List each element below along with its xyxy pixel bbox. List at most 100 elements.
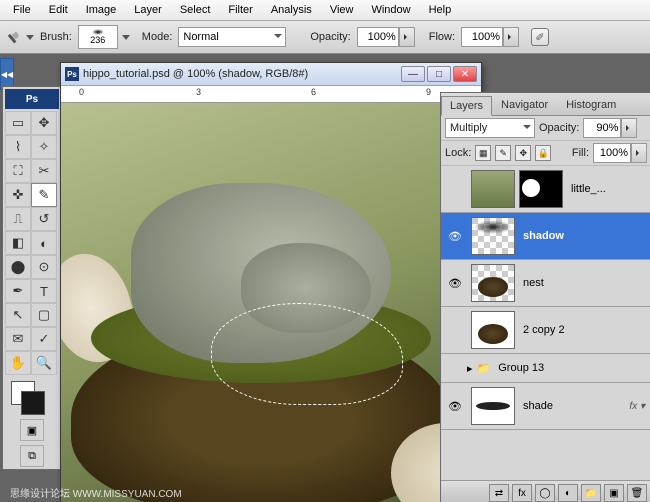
notes-tool-icon[interactable]: ✉ [5, 327, 31, 351]
standard-mode-icon[interactable]: ▣ [20, 419, 44, 441]
blend-mode-row: Multiply Opacity: [441, 116, 650, 141]
layer-name[interactable]: shadow [523, 230, 564, 242]
menu-filter[interactable]: Filter [219, 2, 261, 18]
menu-image[interactable]: Image [77, 2, 126, 18]
brush-preview[interactable]: 236 [78, 25, 118, 49]
zoom-tool-icon[interactable]: 🔍 [31, 351, 57, 375]
visibility-toggle[interactable]: 👁 [448, 229, 462, 243]
shape-tool-icon[interactable]: ▢ [31, 303, 57, 327]
layer-thumbnail[interactable] [471, 387, 515, 425]
menu-help[interactable]: Help [420, 2, 461, 18]
brush-tool-icon[interactable]: ✎ [31, 183, 57, 207]
background-color[interactable] [21, 391, 45, 415]
lasso-tool-icon[interactable]: ⌇ [5, 135, 31, 159]
maximize-button[interactable]: □ [427, 66, 451, 82]
crop-tool-icon[interactable]: ⛶ [5, 159, 31, 183]
gradient-tool-icon[interactable]: ◐ [31, 231, 57, 255]
new-layer-icon[interactable]: ▣ [604, 484, 624, 502]
lock-transparency-icon[interactable]: ▦ [475, 145, 491, 161]
tool-preset-icon[interactable] [3, 26, 26, 49]
visibility-toggle[interactable]: 👁 [448, 276, 462, 290]
layer-name[interactable]: shade [523, 400, 553, 412]
opacity-arrow-icon[interactable] [399, 27, 415, 47]
lock-paint-icon[interactable]: ✎ [495, 145, 511, 161]
layer-thumbnail[interactable] [471, 217, 515, 255]
layer-name[interactable]: nest [523, 277, 544, 289]
lock-position-icon[interactable]: ✥ [515, 145, 531, 161]
flow-arrow-icon[interactable] [503, 27, 519, 47]
tab-histogram[interactable]: Histogram [557, 95, 625, 115]
adjustment-layer-icon[interactable]: ◐ [558, 484, 578, 502]
layer-row[interactable]: little_... [441, 166, 650, 213]
heal-tool-icon[interactable]: ✜ [5, 183, 31, 207]
delete-layer-icon[interactable]: 🗑 [627, 484, 647, 502]
mask-thumbnail[interactable] [519, 170, 563, 208]
wand-tool-icon[interactable]: ✧ [31, 135, 57, 159]
opacity-input[interactable] [357, 27, 415, 47]
tab-navigator[interactable]: Navigator [492, 95, 557, 115]
layer-thumbnail[interactable] [471, 311, 515, 349]
layer-name[interactable]: little_... [571, 183, 606, 195]
airbrush-icon[interactable]: ✐ [531, 28, 549, 46]
menu-select[interactable]: Select [171, 2, 220, 18]
move-tool-icon[interactable]: ✥ [31, 111, 57, 135]
lock-all-icon[interactable]: 🔒 [535, 145, 551, 161]
stamp-tool-icon[interactable]: ⎍ [5, 207, 31, 231]
fx-badge[interactable]: fx ▾ [629, 401, 645, 412]
menu-window[interactable]: Window [362, 2, 419, 18]
link-layers-icon[interactable]: ⇄ [489, 484, 509, 502]
eyedropper-tool-icon[interactable]: ✓ [31, 327, 57, 351]
dodge-tool-icon[interactable]: ⊙ [31, 255, 57, 279]
close-button[interactable]: ✕ [453, 66, 477, 82]
layer-thumbnail[interactable] [471, 170, 515, 208]
visibility-toggle[interactable] [448, 182, 462, 196]
ruler-horizontal[interactable]: 0 3 6 9 [61, 86, 481, 103]
blur-tool-icon[interactable]: ⬤ [5, 255, 31, 279]
slice-tool-icon[interactable]: ✂ [31, 159, 57, 183]
path-tool-icon[interactable]: ↖ [5, 303, 31, 327]
brush-dropdown-icon[interactable] [122, 35, 130, 40]
mode-dropdown[interactable]: Normal [178, 27, 286, 47]
layer-row[interactable]: 2 copy 2 [441, 307, 650, 354]
layer-thumbnail[interactable] [471, 264, 515, 302]
menu-edit[interactable]: Edit [40, 2, 77, 18]
canvas[interactable] [61, 103, 481, 502]
fill-input[interactable] [593, 143, 647, 163]
layer-style-icon[interactable]: fx [512, 484, 532, 502]
chevron-right-icon[interactable]: ▸ [467, 362, 473, 375]
menu-bar: File Edit Image Layer Select Filter Anal… [0, 0, 650, 21]
menu-file[interactable]: File [4, 2, 40, 18]
menu-analysis[interactable]: Analysis [262, 2, 321, 18]
color-swatches[interactable] [5, 379, 59, 415]
tool-preset-dropdown[interactable] [26, 35, 34, 40]
panel-opacity-input[interactable] [583, 118, 637, 138]
flow-input[interactable] [461, 27, 519, 47]
minimize-button[interactable]: — [401, 66, 425, 82]
screen-mode-icon[interactable]: ⧉ [20, 445, 44, 467]
visibility-toggle[interactable]: 👁 [448, 399, 462, 413]
layer-list: little_... 👁 shadow 👁 nest 2 copy 2 ▸ 📁 … [441, 166, 650, 430]
quick-mask-row: ▣ [5, 419, 59, 441]
visibility-toggle[interactable] [448, 323, 462, 337]
lock-label: Lock: [445, 147, 471, 159]
menu-layer[interactable]: Layer [125, 2, 171, 18]
layer-row[interactable]: 👁 shade fx ▾ [441, 383, 650, 430]
panel-opacity-label: Opacity: [539, 122, 579, 134]
tab-layers[interactable]: Layers [441, 96, 492, 116]
layer-row[interactable]: 👁 shadow [441, 213, 650, 260]
layer-group-row[interactable]: ▸ 📁 Group 13 [441, 354, 650, 383]
marquee-tool-icon[interactable]: ▭ [5, 111, 31, 135]
history-brush-icon[interactable]: ↺ [31, 207, 57, 231]
layer-mask-icon[interactable]: ◯ [535, 484, 555, 502]
pen-tool-icon[interactable]: ✒ [5, 279, 31, 303]
layer-name[interactable]: 2 copy 2 [523, 324, 565, 336]
layer-name[interactable]: Group 13 [498, 362, 544, 374]
type-tool-icon[interactable]: T [31, 279, 57, 303]
document-titlebar[interactable]: Ps hippo_tutorial.psd @ 100% (shadow, RG… [61, 63, 481, 86]
menu-view[interactable]: View [321, 2, 363, 18]
hand-tool-icon[interactable]: ✋ [5, 351, 31, 375]
eraser-tool-icon[interactable]: ◧ [5, 231, 31, 255]
layer-row[interactable]: 👁 nest [441, 260, 650, 307]
blend-mode-dropdown[interactable]: Multiply [445, 118, 535, 138]
new-group-icon[interactable]: 📁 [581, 484, 601, 502]
